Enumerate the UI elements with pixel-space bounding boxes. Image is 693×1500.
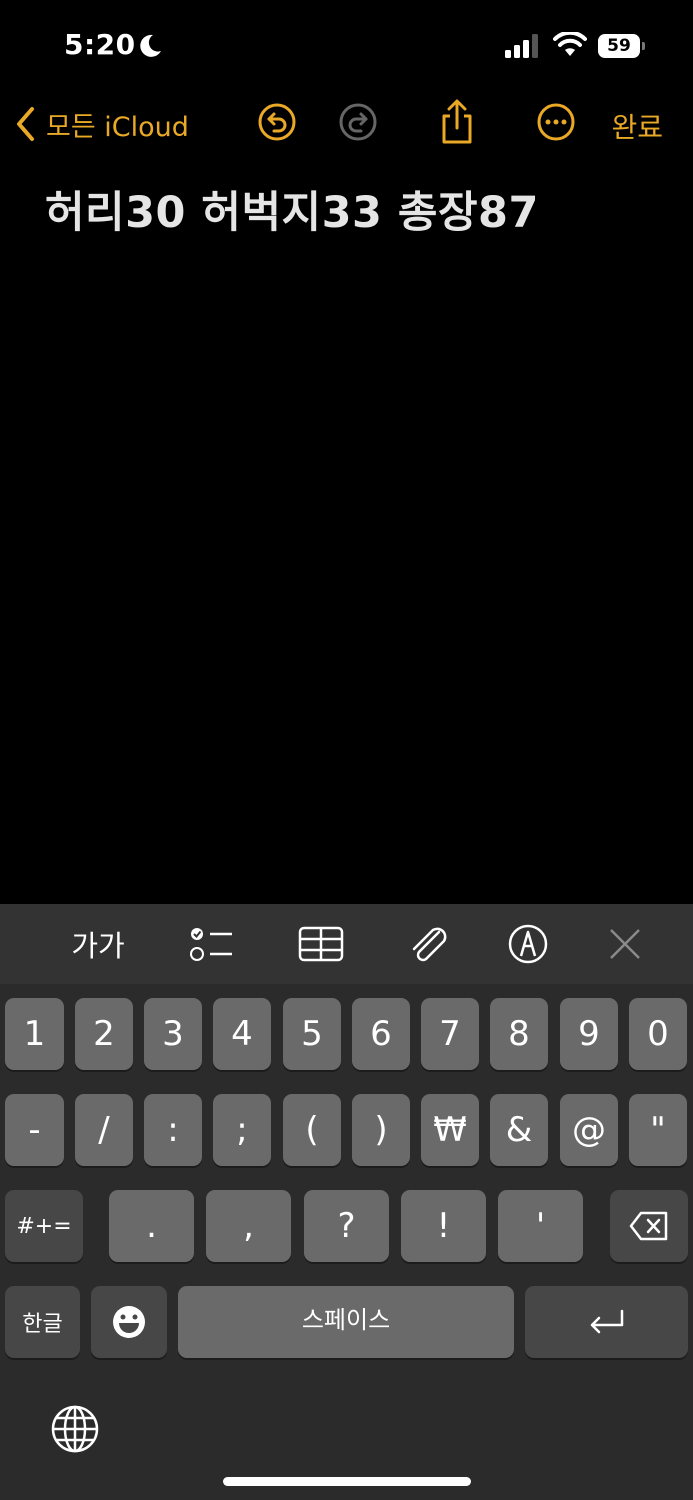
back-label: 모든 iCloud — [46, 111, 189, 143]
chevron-left-icon — [17, 107, 34, 141]
key-open-paren[interactable]: ( — [283, 1094, 341, 1166]
key-1[interactable]: 1 — [5, 998, 64, 1070]
key-more-symbols[interactable]: #+= — [5, 1190, 83, 1262]
status-time: 5:20 — [64, 28, 136, 61]
battery-indicator: 59 — [598, 34, 646, 58]
return-key[interactable] — [525, 1286, 688, 1358]
key-6[interactable]: 6 — [352, 998, 410, 1070]
key-9[interactable]: 9 — [560, 998, 618, 1070]
key-colon[interactable]: : — [144, 1094, 202, 1166]
undo-icon[interactable] — [257, 102, 297, 142]
backspace-key[interactable] — [610, 1190, 688, 1262]
table-icon — [298, 926, 344, 962]
checklist-icon — [190, 928, 232, 961]
key-question[interactable]: ? — [304, 1190, 389, 1262]
focus-moon-icon — [140, 34, 161, 57]
close-icon — [610, 929, 640, 959]
redo-icon[interactable] — [338, 102, 378, 142]
checklist-button[interactable] — [186, 924, 236, 964]
key-comma[interactable]: , — [206, 1190, 291, 1262]
globe-icon[interactable] — [50, 1404, 100, 1454]
key-apostrophe[interactable]: ' — [498, 1190, 583, 1262]
home-indicator — [223, 1477, 471, 1486]
key-at[interactable]: @ — [560, 1094, 618, 1166]
key-hyphen[interactable]: - — [5, 1094, 64, 1166]
notes-nav-bar: 모든 iCloud 완료 — [0, 96, 693, 152]
note-text[interactable]: 허리30 허벅지33 총장87 — [45, 178, 539, 240]
key-korean[interactable]: 한글 — [5, 1286, 80, 1358]
share-icon[interactable] — [437, 98, 477, 146]
key-close-paren[interactable]: ) — [352, 1094, 410, 1166]
backspace-icon — [629, 1211, 668, 1241]
close-toolbar-button[interactable] — [600, 924, 650, 964]
markup-button[interactable] — [503, 924, 553, 964]
key-quote[interactable]: " — [629, 1094, 687, 1166]
done-button[interactable]: 완료 — [611, 106, 663, 146]
key-2[interactable]: 2 — [75, 998, 133, 1070]
emoji-icon — [113, 1306, 145, 1338]
key-won[interactable]: ₩ — [421, 1094, 479, 1166]
space-key[interactable]: 스페이스 — [178, 1286, 514, 1358]
key-3[interactable]: 3 — [144, 998, 202, 1070]
text-format-button[interactable]: 가가 — [68, 924, 128, 964]
markup-icon — [508, 924, 548, 964]
battery-level: 59 — [598, 34, 640, 58]
return-icon — [590, 1309, 623, 1334]
key-4[interactable]: 4 — [213, 998, 271, 1070]
cellular-signal-icon — [505, 34, 538, 58]
key-period[interactable]: . — [109, 1190, 194, 1262]
key-0[interactable]: 0 — [629, 998, 687, 1070]
key-slash[interactable]: / — [75, 1094, 133, 1166]
key-exclamation[interactable]: ! — [401, 1190, 486, 1262]
attachment-button[interactable] — [403, 924, 453, 964]
emoji-key[interactable] — [91, 1286, 167, 1358]
key-7[interactable]: 7 — [421, 998, 479, 1070]
wifi-icon — [553, 32, 587, 56]
key-8[interactable]: 8 — [490, 998, 548, 1070]
table-button[interactable] — [296, 924, 346, 964]
attachment-icon — [412, 927, 447, 962]
back-button[interactable]: 모든 iCloud — [14, 104, 189, 144]
key-5[interactable]: 5 — [283, 998, 341, 1070]
keyboard: 가가 1 2 3 4 5 6 7 8 9 0 - /: ; () ₩ & @… — [0, 904, 693, 1500]
key-semicolon[interactable]: ; — [213, 1094, 271, 1166]
more-icon[interactable] — [536, 102, 576, 142]
key-ampersand[interactable]: & — [490, 1094, 548, 1166]
keyboard-toolbar: 가가 — [0, 904, 693, 984]
